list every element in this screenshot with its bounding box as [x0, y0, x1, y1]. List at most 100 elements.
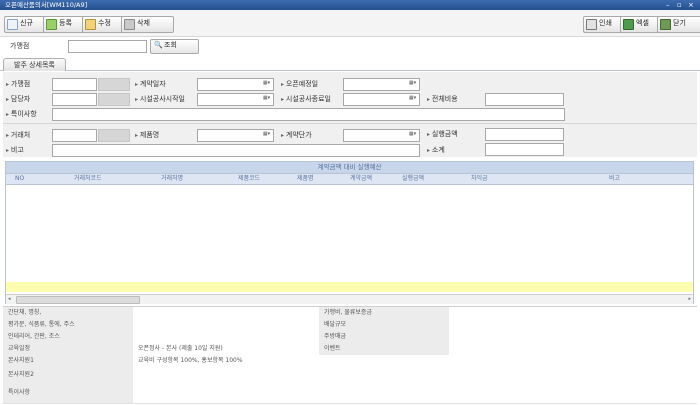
- col-margin[interactable]: 차익금: [471, 174, 488, 183]
- summary-value: [133, 367, 697, 383]
- grid-header: NO 거래처코드 거래처명 제품코드 제품명 계약금액 실행금액 차익금 비고: [6, 173, 693, 185]
- summary-key: 배달규모: [319, 319, 449, 331]
- summary-key: 평가문, 식품류, 통에, 주스: [3, 319, 133, 331]
- search-button-label: 조회: [164, 41, 177, 49]
- summary-table: 간단채, 명칭, 가맹비, 물류보증금 평가문, 식품류, 통에, 주스 배달규…: [3, 306, 697, 404]
- franchise-code-input[interactable]: [52, 78, 97, 91]
- summary-value: [133, 383, 697, 403]
- scroll-left-icon[interactable]: ◂: [8, 295, 11, 303]
- search-label: 가맹점: [10, 42, 30, 50]
- tab-strip: [0, 58, 700, 71]
- calendar-dropdown-icon: [261, 80, 272, 87]
- summary-value: [133, 307, 319, 319]
- summary-value: 교육비 구성항목 100%, 홍보항목 100%: [133, 355, 697, 367]
- franchise-name-field: [98, 78, 130, 91]
- toolbar: 신규 등록 수정 삭제 인쇄 엑셀 닫기: [0, 10, 700, 37]
- product-select[interactable]: [197, 129, 274, 142]
- construction-start-picker[interactable]: [197, 93, 274, 106]
- open-date-label: 오픈예정일: [285, 80, 319, 88]
- dropdown-icon: [261, 131, 272, 138]
- summary-value: [449, 319, 697, 331]
- col-no[interactable]: NO: [15, 174, 24, 183]
- register-icon: [46, 19, 57, 30]
- product-label: 제품명: [139, 131, 160, 139]
- subtotal-input[interactable]: [485, 143, 564, 156]
- vendor-label: 거래처: [10, 131, 31, 139]
- horizontal-scrollbar[interactable]: ◂ ▸: [6, 294, 693, 304]
- summary-key: 이벤트: [319, 343, 449, 355]
- edit-icon: [85, 19, 96, 30]
- grid-caption: 계약금액 대비 실행예산: [6, 162, 693, 173]
- special-note-input[interactable]: [52, 108, 565, 121]
- search-button[interactable]: 🔍 조회: [150, 39, 199, 54]
- delete-button-label: 삭제: [137, 19, 150, 27]
- construction-end-label: 시설공사종료일: [285, 95, 332, 103]
- vendor-code-input[interactable]: [52, 129, 97, 142]
- summary-key: 교육일정: [3, 343, 133, 355]
- vendor-name-field: [98, 129, 130, 142]
- excel-button-label: 엑셀: [636, 19, 649, 27]
- close-button[interactable]: 닫기: [657, 16, 700, 33]
- construction-start-label: 시설공사시작일: [139, 95, 186, 103]
- summary-value: [133, 319, 319, 331]
- col-product-code[interactable]: 제품코드: [238, 174, 260, 183]
- summary-value: [449, 307, 697, 319]
- excel-icon: [623, 19, 634, 30]
- new-doc-icon: [7, 19, 18, 30]
- construction-end-picker[interactable]: [343, 93, 420, 106]
- summary-value: [449, 343, 697, 355]
- col-vendor-name[interactable]: 거래처명: [161, 174, 183, 183]
- summary-key: 주방매금: [319, 331, 449, 343]
- summary-value: [133, 331, 319, 343]
- calendar-dropdown-icon: [261, 95, 272, 102]
- manager-code-input[interactable]: [52, 93, 97, 106]
- summary-value: [449, 331, 697, 343]
- remark-input[interactable]: [52, 144, 420, 157]
- budget-grid: 계약금액 대비 실행예산 NO 거래처코드 거래처명 제품코드 제품명 계약금액…: [5, 161, 694, 304]
- close-window-icon[interactable]: ×: [688, 0, 694, 10]
- manager-label: 담당자: [10, 95, 31, 103]
- subtotal-label: 소계: [431, 146, 445, 154]
- form-divider: [3, 123, 697, 124]
- calendar-dropdown-icon: [407, 80, 418, 87]
- special-note-label: 특이사항: [10, 110, 37, 118]
- open-date-picker[interactable]: [343, 78, 420, 91]
- col-exec-amount[interactable]: 실행금액: [402, 174, 424, 183]
- franchise-label: 가맹점: [10, 80, 31, 88]
- summary-key: 간단채, 명칭,: [3, 307, 133, 319]
- calendar-dropdown-icon: [407, 95, 418, 102]
- close-door-icon: [660, 19, 671, 30]
- scrollbar-thumb[interactable]: [16, 296, 140, 304]
- amount-input[interactable]: [485, 128, 564, 141]
- summary-key: 가맹비, 물류보증금: [319, 307, 449, 319]
- detail-form: ▸ 가맹점 ▸ 계약일자 ▸ 오픈예정일 ▸ 담당자 ▸ 시설공사시작일 ▸ 시…: [3, 72, 697, 157]
- manager-name-field: [98, 93, 130, 106]
- total-cost-label: 전체비용: [431, 95, 458, 103]
- delete-button[interactable]: 삭제: [121, 16, 174, 33]
- maximize-icon[interactable]: ▫: [677, 0, 682, 10]
- tab-order-detail[interactable]: 발주 상세목록: [3, 58, 66, 71]
- summary-row: 특이사항: [3, 383, 697, 404]
- remark-label: 비고: [10, 146, 24, 154]
- window-title: 오픈예산품의서[WM110/A9]: [5, 1, 88, 9]
- franchise-search-input[interactable]: [68, 40, 147, 53]
- col-remark[interactable]: 비고: [609, 174, 620, 183]
- col-vendor-code[interactable]: 거래처코드: [74, 174, 102, 183]
- col-contract-amount[interactable]: 계약금액: [350, 174, 372, 183]
- unit-price-select[interactable]: [343, 129, 420, 142]
- summary-key: 본사지원1: [3, 355, 133, 367]
- edit-button-label: 수정: [98, 19, 111, 27]
- scroll-right-icon[interactable]: ▸: [688, 295, 691, 303]
- new-button-label: 신규: [20, 19, 33, 27]
- minimize-icon[interactable]: –: [666, 0, 670, 10]
- col-product-name[interactable]: 제품명: [297, 174, 314, 183]
- unit-price-label: 계약단가: [285, 131, 312, 139]
- search-bar: 가맹점 🔍 조회: [0, 37, 700, 56]
- print-button-label: 인쇄: [599, 19, 612, 27]
- contract-date-picker[interactable]: [197, 78, 274, 91]
- summary-row: 본사지원2: [3, 367, 697, 384]
- total-cost-input[interactable]: [485, 93, 564, 106]
- window-title-bar: 오픈예산품의서[WM110/A9] – ▫ ×: [0, 0, 700, 10]
- summary-key: 본사지원2: [3, 367, 133, 383]
- delete-icon: [124, 19, 135, 30]
